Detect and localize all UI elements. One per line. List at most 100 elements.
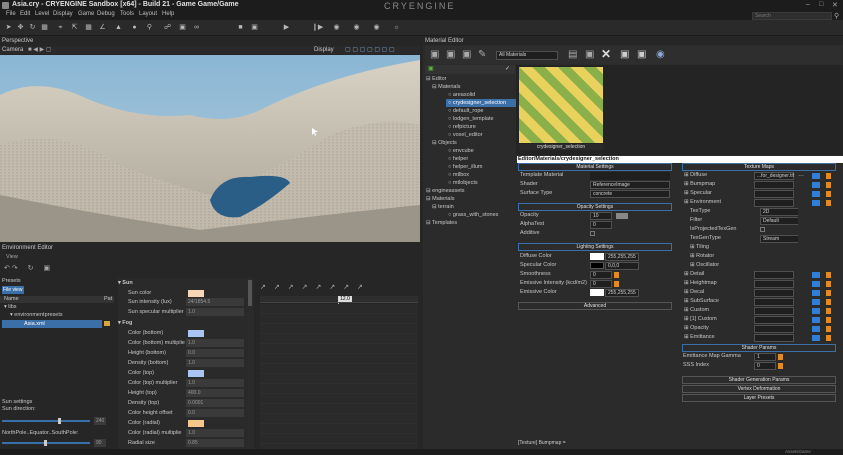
select-icon[interactable]: ➤	[4, 23, 13, 32]
advanced-button[interactable]: Advanced	[518, 302, 672, 310]
template-field[interactable]	[590, 172, 670, 180]
tree-editor[interactable]: ⊟ Editor	[426, 75, 447, 83]
group-icon[interactable]: ▣	[178, 23, 187, 32]
tex-path-field[interactable]	[754, 289, 794, 297]
emittance-gamma-field[interactable]: 1	[754, 353, 776, 361]
tex-path-field[interactable]	[754, 325, 794, 333]
maximize-icon[interactable]: □	[819, 1, 823, 8]
material-settings-header[interactable]: Material Settings	[518, 163, 672, 171]
param-value[interactable]: 0.0	[186, 409, 244, 417]
tex-path-field[interactable]	[754, 316, 794, 324]
tree-materials2[interactable]: ⊟ Materials	[426, 195, 454, 203]
slider-handle[interactable]	[778, 363, 783, 369]
sun-color-swatch[interactable]	[188, 290, 204, 297]
tree-item[interactable]: ○ helper	[448, 155, 468, 163]
preset-env[interactable]: ▾ environmentpresets	[10, 311, 63, 319]
minimize-icon[interactable]: –	[806, 1, 810, 8]
slider-handle[interactable]	[778, 354, 783, 360]
color-swatch[interactable]	[188, 370, 204, 377]
tree-item[interactable]: ○ mtlbox	[448, 171, 469, 179]
preset-libs[interactable]: ▾ libs	[4, 303, 17, 311]
map-icon[interactable]	[812, 317, 820, 323]
color-swatch[interactable]	[188, 330, 204, 337]
menu-display[interactable]: Display	[53, 11, 73, 17]
viewport-button[interactable]: ■ ◀ ▶ ▢	[28, 46, 52, 54]
axis-icon[interactable]: ⇱	[70, 23, 79, 32]
lighting-settings-header[interactable]: Lighting Settings	[518, 243, 672, 251]
opacity-slider[interactable]	[616, 213, 628, 219]
lightbulb-icon[interactable]: ☼	[392, 23, 401, 32]
tex-path-field[interactable]	[754, 271, 794, 279]
tex-path-field[interactable]	[754, 199, 794, 207]
shader-gen-params-button[interactable]: Shader Generation Params	[682, 376, 836, 384]
edit-icon[interactable]	[826, 308, 831, 314]
checkmark-icon[interactable]: ✓	[505, 65, 510, 72]
snap-angle-icon[interactable]: ∠	[98, 23, 107, 32]
reset-icon[interactable]: ▣	[462, 49, 471, 60]
param-value[interactable]: 24/1854.5	[186, 298, 244, 306]
edit-icon[interactable]	[826, 182, 831, 188]
param-value[interactable]: 1.0	[186, 359, 244, 367]
tree-item[interactable]: ○ voxel_editor	[448, 131, 483, 139]
opacity-settings-header[interactable]: Opacity Settings	[518, 203, 672, 211]
tex-sub2-row[interactable]: ⊞ Rotator	[690, 252, 714, 261]
rotate-icon[interactable]: ↻	[28, 23, 37, 32]
ai-icon[interactable]: ◉	[352, 23, 361, 32]
snap-icon[interactable]: ⌖	[56, 23, 65, 32]
edit-icon[interactable]	[826, 200, 831, 206]
vertex-deformation-button[interactable]: Vertex Deformation	[682, 385, 836, 393]
param-scrollbar[interactable]	[248, 280, 252, 306]
menu-game[interactable]: Game	[78, 11, 94, 17]
tree-objects[interactable]: ⊟ Objects	[432, 139, 457, 147]
tex-path-field[interactable]: ...for_designer.tif	[754, 172, 794, 180]
tree-item[interactable]: ○ refpicture	[448, 123, 476, 131]
surface-dropdown[interactable]: concrete	[590, 190, 670, 198]
emissive-color-field[interactable]: 255,255,255	[605, 289, 639, 297]
map-icon[interactable]	[812, 173, 820, 179]
tree-item[interactable]: ○ mtlobjects	[448, 179, 478, 187]
param-value[interactable]: 0.0	[186, 349, 244, 357]
camera-icon[interactable]: ▣	[250, 23, 259, 32]
menu-help[interactable]: Help	[162, 11, 174, 17]
preview-icon[interactable]: ◉	[656, 49, 665, 60]
tree-materials[interactable]: ⊟ Materials	[432, 83, 460, 91]
smoothness-field[interactable]: 0	[590, 271, 612, 279]
northpole-value[interactable]: 90	[94, 439, 106, 447]
specular-swatch[interactable]	[590, 262, 604, 269]
physics-icon[interactable]: ◉	[332, 23, 341, 32]
tree-item[interactable]: ○ envcube	[448, 147, 474, 155]
tree-terrain[interactable]: ⊟ terrain	[432, 203, 454, 211]
param-value[interactable]: 1.0	[186, 308, 244, 316]
param-value[interactable]: 1.0	[186, 429, 244, 437]
viewport-tools[interactable]: ▢ ▢ ▢ ▢ ▢ ▢ ▢	[345, 46, 395, 54]
lock-icon[interactable]: ■	[236, 23, 245, 32]
redo-icon[interactable]: ↷	[12, 265, 18, 272]
alphatest-field[interactable]: 0	[590, 221, 612, 229]
tex-path-field[interactable]	[754, 181, 794, 189]
col-pat[interactable]: Pat	[104, 296, 112, 302]
map-icon[interactable]	[812, 335, 820, 341]
env-view-menu[interactable]: View	[6, 254, 18, 260]
map-icon[interactable]	[812, 272, 820, 278]
additive-checkbox[interactable]	[590, 231, 595, 236]
projected-checkbox[interactable]	[760, 227, 765, 232]
terrain-icon[interactable]: ▲	[114, 23, 123, 32]
slider-handle[interactable]	[58, 418, 61, 424]
edit-icon[interactable]	[826, 326, 831, 332]
save-material-icon[interactable]: ▣	[585, 49, 594, 60]
layer-presets-button[interactable]: Layer Presets	[682, 394, 836, 402]
menu-level[interactable]: Level	[35, 11, 49, 17]
param-value[interactable]: 1.0	[186, 379, 244, 387]
delete-icon[interactable]: ✕	[601, 47, 611, 61]
edit-icon[interactable]	[826, 299, 831, 305]
param-value[interactable]: 0.85	[186, 439, 244, 447]
specular-field[interactable]: 0,0,0	[605, 262, 639, 270]
shader-dropdown[interactable]: ReferenceImage	[590, 181, 670, 189]
get-material-icon[interactable]: ▣	[430, 49, 439, 60]
tree-item-selected[interactable]: ○ crydesigner_selection	[446, 99, 516, 107]
edit-icon[interactable]	[826, 191, 831, 197]
map-icon[interactable]	[812, 290, 820, 296]
search-input[interactable]: Search	[752, 12, 832, 20]
col-name[interactable]: Name	[4, 296, 19, 302]
tex-sub2-row[interactable]: ⊞ Tiling	[690, 243, 709, 252]
